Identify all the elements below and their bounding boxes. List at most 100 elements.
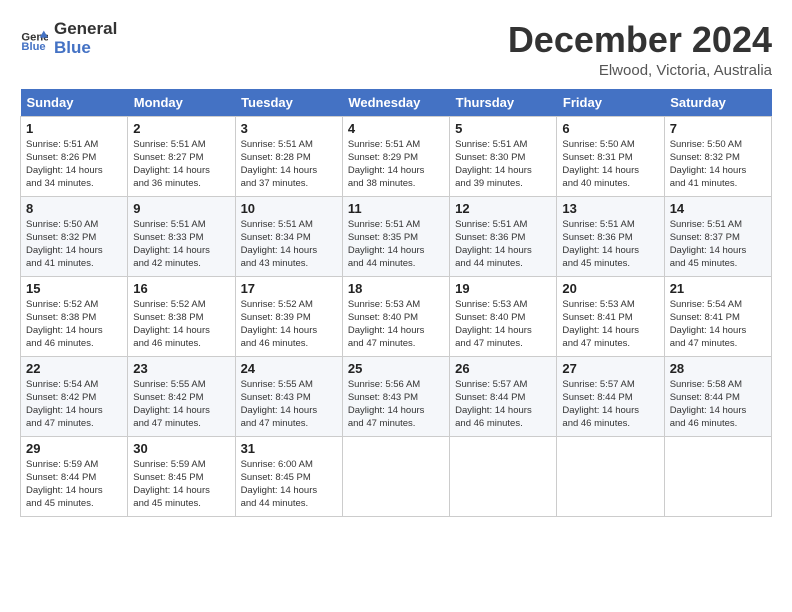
day-cell: 30Sunrise: 5:59 AMSunset: 8:45 PMDayligh… [128,436,235,516]
day-number: 6 [562,121,658,136]
day-number: 15 [26,281,122,296]
day-cell: 8 Sunrise: 5:50 AMSunset: 8:32 PMDaylight… [21,196,128,276]
day-cell: 29 Sunrise: 5:59 AMSunset: 8:44 PMDayligh… [21,436,128,516]
day-cell: 5 Sunrise: 5:51 AMSunset: 8:30 PMDaylight… [450,116,557,196]
logo-blue: Blue [54,39,117,58]
day-info: Sunrise: 5:56 AMSunset: 8:43 PMDaylight:… [348,378,444,431]
day-number: 30 [133,441,229,456]
day-cell: 3 Sunrise: 5:51 AMSunset: 8:28 PMDaylight… [235,116,342,196]
header-wednesday: Wednesday [342,89,449,117]
day-number: 29 [26,441,122,456]
day-cell: 25Sunrise: 5:56 AMSunset: 8:43 PMDayligh… [342,356,449,436]
day-info: Sunrise: 5:51 AMSunset: 8:27 PMDaylight:… [133,138,229,191]
calendar-table: SundayMondayTuesdayWednesdayThursdayFrid… [20,89,772,517]
header-friday: Friday [557,89,664,117]
day-cell: 18 Sunrise: 5:53 AMSunset: 8:40 PMDayligh… [342,276,449,356]
day-info: Sunrise: 5:57 AMSunset: 8:44 PMDaylight:… [562,378,658,431]
day-number: 20 [562,281,658,296]
day-info: Sunrise: 5:53 AMSunset: 8:40 PMDaylight:… [348,298,444,351]
day-info: Sunrise: 5:54 AMSunset: 8:41 PMDaylight:… [670,298,766,351]
day-info: Sunrise: 5:51 AMSunset: 8:34 PMDaylight:… [241,218,337,271]
day-info: Sunrise: 5:55 AMSunset: 8:42 PMDaylight:… [133,378,229,431]
day-cell: 27Sunrise: 5:57 AMSunset: 8:44 PMDayligh… [557,356,664,436]
day-number: 23 [133,361,229,376]
header-thursday: Thursday [450,89,557,117]
day-number: 19 [455,281,551,296]
logo: General Blue General Blue [20,20,117,57]
day-cell: 26Sunrise: 5:57 AMSunset: 8:44 PMDayligh… [450,356,557,436]
day-cell: 23 Sunrise: 5:55 AMSunset: 8:42 PMDayligh… [128,356,235,436]
location: Elwood, Victoria, Australia [508,62,772,79]
day-info: Sunrise: 5:50 AMSunset: 8:32 PMDaylight:… [26,218,122,271]
day-number: 22 [26,361,122,376]
day-cell: 4 Sunrise: 5:51 AMSunset: 8:29 PMDaylight… [342,116,449,196]
day-cell [450,436,557,516]
day-cell: 9 Sunrise: 5:51 AMSunset: 8:33 PMDaylight… [128,196,235,276]
page-header: General Blue General Blue December 2024 … [20,20,772,79]
day-number: 21 [670,281,766,296]
day-cell: 14 Sunrise: 5:51 AMSunset: 8:37 PMDayligh… [664,196,771,276]
day-number: 16 [133,281,229,296]
day-info: Sunrise: 5:55 AMSunset: 8:43 PMDaylight:… [241,378,337,431]
day-number: 9 [133,201,229,216]
day-cell: 12 Sunrise: 5:51 AMSunset: 8:36 PMDayligh… [450,196,557,276]
day-cell: 31 Sunrise: 6:00 AMSunset: 8:45 PMDayligh… [235,436,342,516]
day-info: Sunrise: 5:51 AMSunset: 8:29 PMDaylight:… [348,138,444,191]
day-info: Sunrise: 5:50 AMSunset: 8:31 PMDaylight:… [562,138,658,191]
day-number: 18 [348,281,444,296]
header-tuesday: Tuesday [235,89,342,117]
day-cell [557,436,664,516]
day-cell: 24 Sunrise: 5:55 AMSunset: 8:43 PMDayligh… [235,356,342,436]
day-info: Sunrise: 5:59 AMSunset: 8:44 PMDaylight:… [26,458,122,511]
day-number: 31 [241,441,337,456]
logo-general: General [54,20,117,39]
day-info: Sunrise: 5:58 AMSunset: 8:44 PMDaylight:… [670,378,766,431]
day-cell: 13Sunrise: 5:51 AMSunset: 8:36 PMDayligh… [557,196,664,276]
week-row-3: 15 Sunrise: 5:52 AMSunset: 8:38 PMDayligh… [21,276,772,356]
day-number: 3 [241,121,337,136]
title-block: December 2024 Elwood, Victoria, Australi… [508,20,772,79]
day-info: Sunrise: 5:50 AMSunset: 8:32 PMDaylight:… [670,138,766,191]
day-number: 1 [26,121,122,136]
calendar-header-row: SundayMondayTuesdayWednesdayThursdayFrid… [21,89,772,117]
day-cell: 19 Sunrise: 5:53 AMSunset: 8:40 PMDayligh… [450,276,557,356]
day-cell: 1Sunrise: 5:51 AMSunset: 8:26 PMDaylight… [21,116,128,196]
day-info: Sunrise: 5:51 AMSunset: 8:35 PMDaylight:… [348,218,444,271]
week-row-2: 8 Sunrise: 5:50 AMSunset: 8:32 PMDaylight… [21,196,772,276]
day-number: 12 [455,201,551,216]
day-info: Sunrise: 5:53 AMSunset: 8:40 PMDaylight:… [455,298,551,351]
day-number: 5 [455,121,551,136]
day-number: 8 [26,201,122,216]
header-saturday: Saturday [664,89,771,117]
day-number: 11 [348,201,444,216]
header-sunday: Sunday [21,89,128,117]
day-cell: 28Sunrise: 5:58 AMSunset: 8:44 PMDayligh… [664,356,771,436]
day-cell [664,436,771,516]
day-info: Sunrise: 5:51 AMSunset: 8:33 PMDaylight:… [133,218,229,271]
day-cell: 11 Sunrise: 5:51 AMSunset: 8:35 PMDayligh… [342,196,449,276]
day-cell: 17 Sunrise: 5:52 AMSunset: 8:39 PMDayligh… [235,276,342,356]
day-info: Sunrise: 5:51 AMSunset: 8:37 PMDaylight:… [670,218,766,271]
day-info: Sunrise: 5:52 AMSunset: 8:38 PMDaylight:… [133,298,229,351]
day-cell: 22 Sunrise: 5:54 AMSunset: 8:42 PMDayligh… [21,356,128,436]
week-row-4: 22 Sunrise: 5:54 AMSunset: 8:42 PMDayligh… [21,356,772,436]
day-cell: 16 Sunrise: 5:52 AMSunset: 8:38 PMDayligh… [128,276,235,356]
day-number: 2 [133,121,229,136]
svg-text:Blue: Blue [21,41,45,53]
day-number: 14 [670,201,766,216]
day-cell: 7Sunrise: 5:50 AMSunset: 8:32 PMDaylight… [664,116,771,196]
day-info: Sunrise: 5:52 AMSunset: 8:39 PMDaylight:… [241,298,337,351]
day-info: Sunrise: 5:51 AMSunset: 8:36 PMDaylight:… [455,218,551,271]
day-info: Sunrise: 5:54 AMSunset: 8:42 PMDaylight:… [26,378,122,431]
day-number: 10 [241,201,337,216]
day-info: Sunrise: 5:57 AMSunset: 8:44 PMDaylight:… [455,378,551,431]
day-info: Sunrise: 5:51 AMSunset: 8:30 PMDaylight:… [455,138,551,191]
day-info: Sunrise: 5:52 AMSunset: 8:38 PMDaylight:… [26,298,122,351]
day-number: 17 [241,281,337,296]
day-number: 24 [241,361,337,376]
day-number: 4 [348,121,444,136]
logo-icon: General Blue [20,25,48,53]
day-info: Sunrise: 5:51 AMSunset: 8:28 PMDaylight:… [241,138,337,191]
day-cell: 10 Sunrise: 5:51 AMSunset: 8:34 PMDayligh… [235,196,342,276]
day-info: Sunrise: 6:00 AMSunset: 8:45 PMDaylight:… [241,458,337,511]
